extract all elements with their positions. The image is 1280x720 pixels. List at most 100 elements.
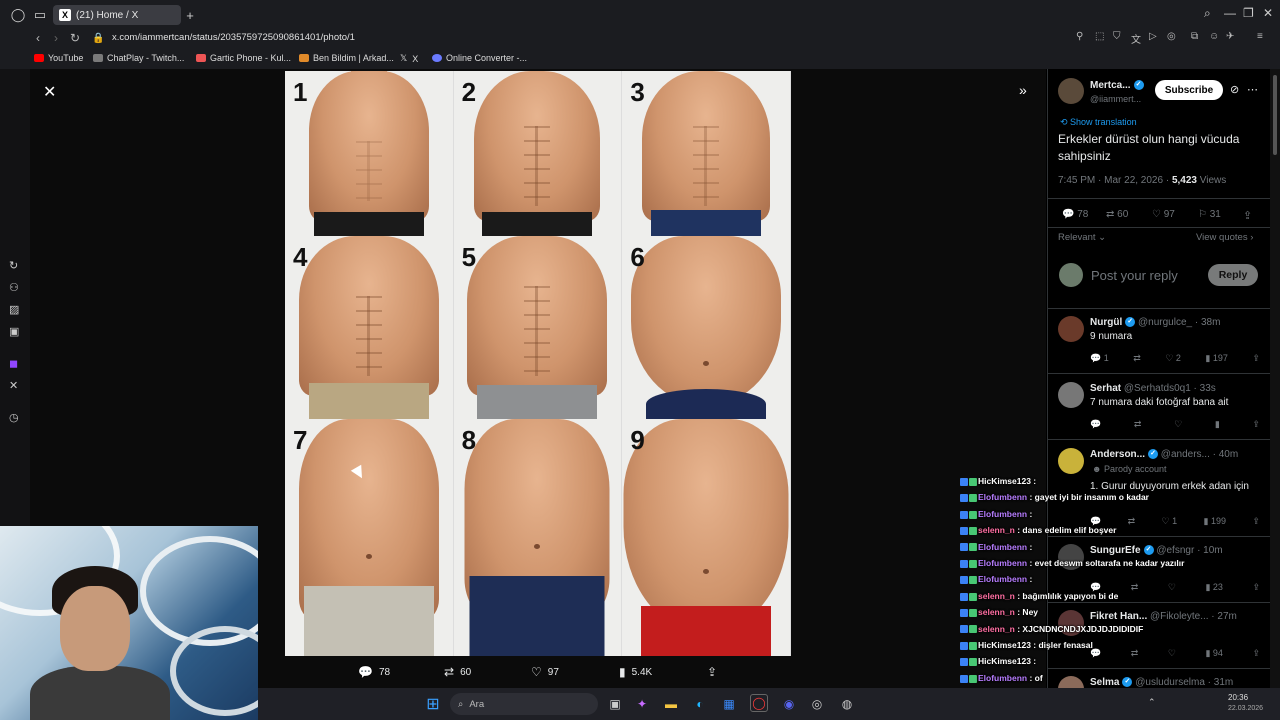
post-reply-count[interactable]: 💬 78: [1062, 209, 1088, 220]
workspaces-icon[interactable]: ▭: [30, 5, 50, 25]
new-tab-icon[interactable]: +: [180, 5, 200, 25]
extensions-icon[interactable]: ⧉: [1191, 31, 1198, 42]
close-window-icon[interactable]: ✕: [1263, 6, 1273, 20]
author-handle[interactable]: @iiammert...: [1090, 94, 1141, 104]
discord-icon[interactable]: ◉: [780, 695, 798, 713]
repost-action[interactable]: ⇄ 60: [444, 665, 471, 679]
tray-chevron-icon[interactable]: ⌃: [1148, 697, 1156, 708]
reply-button[interactable]: Reply: [1208, 264, 1258, 286]
reply-avatar[interactable]: [1058, 448, 1084, 474]
bookmark-gartic[interactable]: Gartic Phone - Kul...: [196, 53, 291, 63]
share-action[interactable]: ⇪: [707, 665, 723, 679]
steam-icon[interactable]: ◎: [808, 695, 826, 713]
edge-icon[interactable]: ◐: [691, 695, 709, 713]
file-explorer-icon[interactable]: ▬: [662, 695, 680, 713]
translate-icon[interactable]: 文: [1131, 31, 1141, 46]
chat-username[interactable]: Elofumbenn: [978, 509, 1027, 519]
bookmark-x[interactable]: 𝕏X: [400, 53, 418, 64]
reply-avatar[interactable]: [1058, 382, 1084, 408]
maximize-icon[interactable]: ❐: [1243, 6, 1254, 20]
author-name[interactable]: Mertca... ✓: [1090, 80, 1144, 91]
aria-ai-icon[interactable]: ✈: [1226, 31, 1234, 42]
author-avatar[interactable]: [1058, 78, 1084, 104]
show-translation-link[interactable]: ⟲ Show translation: [1060, 117, 1137, 128]
chat-username[interactable]: Elofumbenn: [978, 492, 1027, 502]
chat-username[interactable]: Elofumbenn: [978, 574, 1027, 584]
bookmark-youtube[interactable]: YouTube: [34, 53, 83, 63]
messenger-icon[interactable]: ▣: [9, 325, 19, 338]
heart-icon[interactable]: ♡ 2: [1165, 353, 1181, 364]
chat-username[interactable]: Elofumbenn: [978, 673, 1027, 683]
close-photo-icon[interactable]: ✕: [43, 82, 56, 102]
chat-username[interactable]: selenn_n: [978, 525, 1015, 535]
copilot-icon[interactable]: ✦: [633, 695, 651, 713]
reload-icon[interactable]: ↻: [70, 31, 80, 45]
search-tabs-icon[interactable]: ⌕: [1204, 6, 1211, 21]
chat-username[interactable]: selenn_n: [978, 607, 1015, 617]
chat-username[interactable]: selenn_n: [978, 591, 1015, 601]
scrollbar-thumb[interactable]: [1273, 75, 1277, 155]
reply-icon[interactable]: 💬 1: [1090, 353, 1109, 364]
repost-icon[interactable]: ⇄: [1133, 353, 1141, 364]
heart-icon[interactable]: ♡: [1174, 419, 1182, 430]
back-icon[interactable]: ‹: [36, 31, 40, 45]
reply-input[interactable]: Post your reply: [1091, 268, 1178, 283]
url-field[interactable]: x.com/iammertcan/status/2035759725090861…: [112, 32, 355, 43]
reply-author[interactable]: Anderson... ✓ @anders... · 40m: [1090, 449, 1238, 460]
windows-start-icon[interactable]: ⊞: [424, 695, 442, 713]
view-quotes-link[interactable]: View quotes ›: [1196, 232, 1253, 243]
task-view-icon[interactable]: ▣: [606, 695, 624, 713]
camera-icon[interactable]: ◎: [1167, 31, 1176, 42]
post-like-count[interactable]: ♡ 97: [1152, 209, 1175, 220]
screenshot-icon[interactable]: ⬚: [1095, 31, 1104, 42]
menu-icon[interactable]: ≡: [1257, 31, 1263, 42]
bookmark-online-converter[interactable]: Online Converter -...: [432, 53, 527, 63]
clock-time[interactable]: 20:36: [1228, 693, 1248, 702]
bookmark-benbildim[interactable]: Ben Bildim | Arkad...: [299, 53, 394, 63]
share-icon[interactable]: ⇪: [1252, 419, 1260, 430]
chat-username[interactable]: Elofumbenn: [978, 558, 1027, 568]
forward-icon[interactable]: ›: [54, 31, 58, 45]
sort-replies-dropdown[interactable]: Relevant ⌄: [1058, 232, 1106, 243]
clock-icon[interactable]: ◷: [9, 411, 19, 424]
chat-username[interactable]: selenn_n: [978, 624, 1015, 634]
reply-icon[interactable]: 💬: [1090, 419, 1101, 430]
chat-username[interactable]: Elofumbenn: [978, 542, 1027, 552]
like-action[interactable]: ♡ 97: [531, 665, 559, 679]
store-icon[interactable]: ▦: [720, 695, 738, 713]
views-icon[interactable]: ▮ 197: [1205, 353, 1227, 364]
repost-icon[interactable]: ⇄: [1134, 419, 1142, 430]
clock-date[interactable]: 22.03.2026: [1228, 705, 1263, 712]
opera-taskbar-icon[interactable]: ◯: [750, 694, 768, 712]
post-bookmark-count[interactable]: ⚐ 31: [1198, 209, 1221, 220]
grok-icon[interactable]: ⊘: [1230, 83, 1239, 96]
history-icon[interactable]: ↻: [9, 259, 18, 272]
x-sidebar-icon[interactable]: ✕: [9, 379, 18, 392]
obs-icon[interactable]: ◍: [838, 695, 856, 713]
taskbar-search[interactable]: ⌕ Ara: [450, 693, 598, 715]
subscribe-button[interactable]: Subscribe: [1155, 80, 1223, 100]
post-share-icon[interactable]: ⇪: [1243, 209, 1252, 222]
pin-icon[interactable]: ⚲: [1076, 31, 1083, 42]
reply-author[interactable]: Nurgül ✓ @nurgulce_ · 38m: [1090, 317, 1220, 328]
crypto-wallet-icon[interactable]: ▨: [9, 303, 19, 316]
tab-home-x[interactable]: X (21) Home / X: [53, 5, 181, 25]
shield-icon[interactable]: ⛉: [1113, 31, 1121, 42]
more-options-icon[interactable]: ⋯: [1247, 83, 1258, 96]
ai-icon[interactable]: ⚇: [9, 281, 19, 294]
opera-logo-icon[interactable]: ◯: [8, 5, 28, 25]
reply-avatar[interactable]: [1058, 316, 1084, 342]
views-action[interactable]: ▮ 5.4K: [619, 665, 652, 679]
profile-icon[interactable]: ☺: [1209, 31, 1219, 42]
expand-panel-icon[interactable]: »: [1019, 82, 1027, 98]
reply-author[interactable]: Serhat @Serhatds0q1 · 33s: [1090, 383, 1216, 394]
chat-username[interactable]: HicKimse123: [978, 476, 1031, 486]
minimize-icon[interactable]: —: [1224, 6, 1236, 20]
reply-action[interactable]: 💬 78: [358, 665, 390, 679]
twitch-icon[interactable]: ◼: [9, 357, 18, 370]
share-icon[interactable]: ⇪: [1252, 353, 1260, 364]
play-icon[interactable]: ▷: [1149, 31, 1157, 42]
chat-username[interactable]: HicKimse123: [978, 656, 1031, 666]
chat-username[interactable]: HicKimse123: [978, 640, 1031, 650]
views-icon[interactable]: ▮: [1215, 419, 1220, 430]
